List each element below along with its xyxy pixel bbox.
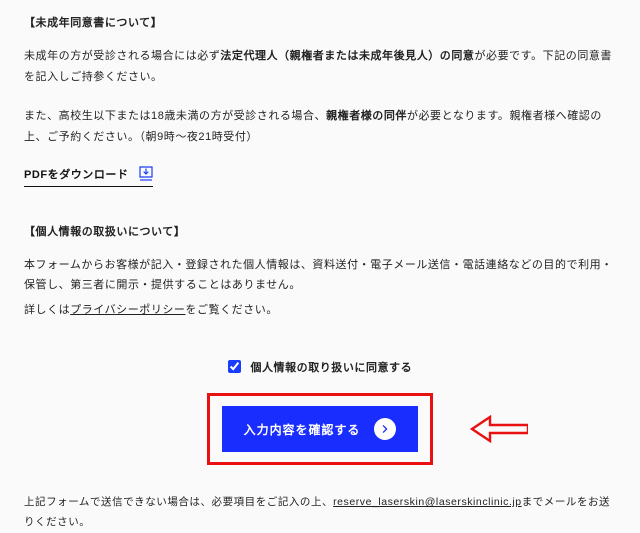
download-icon — [139, 166, 153, 182]
privacy-p2: 詳しくはプライバシーポリシーをご覧ください。 — [24, 300, 616, 321]
highlight-box: 入力内容を確認する — [207, 393, 433, 465]
confirm-button[interactable]: 入力内容を確認する — [222, 406, 418, 452]
text: 未成年の方が受診される場合には必ず — [24, 50, 220, 62]
privacy-policy-link[interactable]: プライバシーポリシー — [70, 304, 185, 316]
minor-consent-p2: また、高校生以下または18歳未満の方が受診される場合、親権者様の同伴が必要となり… — [24, 106, 616, 148]
minor-consent-title: 【未成年同意書について】 — [24, 14, 616, 30]
minor-consent-p1: 未成年の方が受診される場合には必ず法定代理人（親権者または未成年後見人）の同意が… — [24, 46, 616, 88]
annotation-arrow-icon — [470, 415, 528, 443]
privacy-title: 【個人情報の取扱いについて】 — [24, 223, 616, 239]
consent-row: 個人情報の取り扱いに同意する — [24, 359, 616, 375]
button-wrap: 入力内容を確認する — [24, 393, 616, 465]
arrow-right-icon — [374, 418, 396, 440]
text: また、高校生以下または18歳未満の方が受診される場合、 — [24, 110, 326, 122]
text: 上記フォームで送信できない場合は、必要項目をご記入の上、 — [24, 496, 333, 508]
text-bold: 法定代理人（親権者または未成年後見人）の同意 — [220, 50, 474, 62]
confirm-button-label: 入力内容を確認する — [244, 421, 361, 438]
consent-checkbox[interactable] — [228, 360, 241, 373]
download-pdf-label: PDFをダウンロード — [24, 166, 129, 182]
footer-text: 上記フォームで送信できない場合は、必要項目をご記入の上、reserve_lase… — [24, 493, 616, 533]
text: をご覧ください。 — [185, 304, 277, 316]
text-bold: 親権者様の同伴 — [326, 110, 407, 122]
footer-email-link[interactable]: reserve_laserskin@laserskinclinic.jp — [333, 496, 522, 508]
text: 詳しくは — [24, 304, 70, 316]
download-pdf-link[interactable]: PDFをダウンロード — [24, 166, 153, 187]
consent-label: 個人情報の取り扱いに同意する — [250, 362, 412, 374]
privacy-p1: 本フォームからお客様が記入・登録された個人情報は、資料送付・電子メール送信・電話… — [24, 255, 616, 297]
